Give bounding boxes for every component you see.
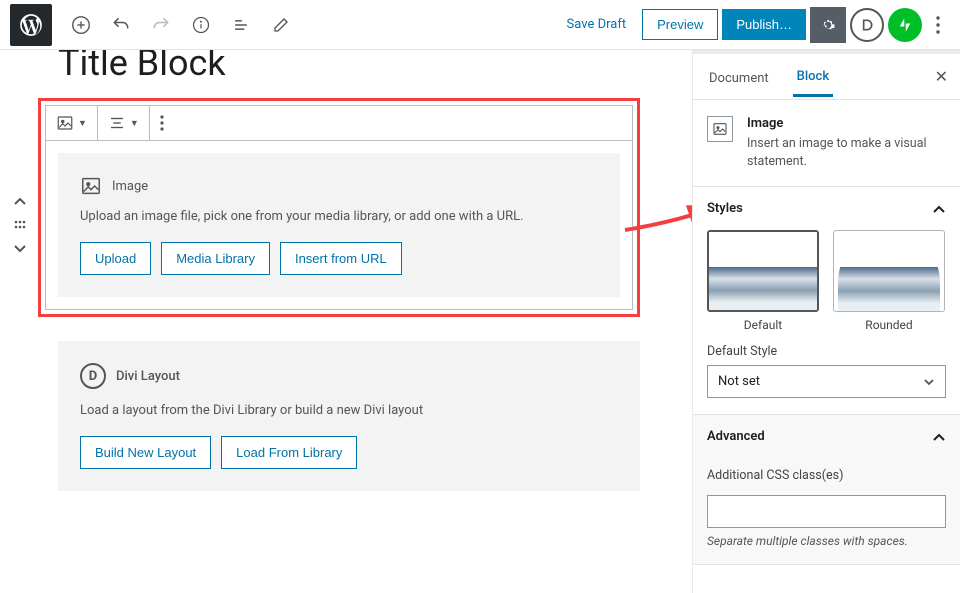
more-vertical-icon (160, 115, 164, 131)
move-up-icon[interactable] (10, 192, 30, 210)
sidebar-tabs: Document Block ✕ (693, 54, 960, 100)
settings-sidebar: Document Block ✕ Image Insert an image t… (692, 50, 960, 593)
image-block: ▼ ▼ Image U (45, 105, 633, 310)
block-toolbar: ▼ ▼ (46, 106, 632, 141)
chevron-down-icon (923, 378, 935, 386)
divi-layout-block: D Divi Layout Load a layout from the Div… (58, 341, 640, 491)
highlight-box: ▼ ▼ Image U (38, 98, 640, 317)
editor-topbar: Save Draft Preview Publish… (0, 0, 960, 50)
chevron-down-icon: ▼ (78, 118, 87, 129)
drag-handle-icon[interactable] (10, 216, 30, 234)
build-layout-button[interactable]: Build New Layout (80, 436, 211, 469)
placeholder-desc: Upload an image file, pick one from your… (80, 209, 598, 224)
media-library-button[interactable]: Media Library (161, 242, 270, 275)
preview-button[interactable]: Preview (642, 9, 718, 40)
align-icon (108, 114, 126, 132)
placeholder-label: Image (112, 179, 148, 194)
block-type-button[interactable]: ▼ (46, 106, 98, 140)
default-style-label: Default Style (707, 344, 946, 359)
post-title[interactable]: Title Block (58, 50, 672, 84)
move-down-icon[interactable] (10, 240, 30, 258)
block-mover (10, 192, 30, 258)
editor-canvas: Title Block ▼ ▼ (0, 50, 692, 593)
wordpress-logo[interactable] (10, 4, 52, 46)
style-default[interactable]: Default (707, 230, 819, 332)
redo-icon (148, 12, 174, 38)
publish-button[interactable]: Publish… (722, 9, 806, 40)
more-options-button[interactable] (926, 16, 950, 34)
block-more-button[interactable] (150, 106, 174, 140)
chevron-up-icon (932, 204, 946, 214)
align-button[interactable]: ▼ (98, 106, 150, 140)
outline-icon[interactable] (228, 12, 254, 38)
panel-desc: Insert an image to make a visual stateme… (747, 135, 946, 170)
styles-panel: Styles Default Rounded Default Style N (693, 187, 960, 415)
jetpack-button[interactable] (888, 8, 922, 42)
divi-logo-icon: D (80, 363, 106, 389)
settings-button[interactable] (810, 7, 846, 43)
edit-icon[interactable] (268, 12, 294, 38)
style-rounded[interactable]: Rounded (833, 230, 945, 332)
image-icon (56, 114, 74, 132)
advanced-panel: Advanced Additional CSS class(es) Separa… (693, 415, 960, 565)
css-classes-label: Additional CSS class(es) (707, 468, 946, 483)
panel-title: Image (747, 116, 946, 131)
divi-desc: Load a layout from the Divi Library or b… (80, 403, 618, 418)
tab-block[interactable]: Block (793, 56, 833, 97)
divi-label: Divi Layout (116, 369, 180, 384)
chevron-down-icon: ▼ (130, 118, 139, 129)
image-placeholder: Image Upload an image file, pick one fro… (58, 153, 620, 297)
chevron-up-icon (932, 432, 946, 442)
css-classes-input[interactable] (707, 495, 946, 528)
tab-document[interactable]: Document (705, 58, 773, 96)
block-card: Image Insert an image to make a visual s… (693, 100, 960, 187)
divi-button[interactable] (850, 8, 884, 42)
insert-url-button[interactable]: Insert from URL (280, 242, 402, 275)
save-draft-button[interactable]: Save Draft (555, 9, 639, 40)
default-style-select[interactable]: Not set (707, 365, 946, 398)
css-classes-help: Separate multiple classes with spaces. (707, 534, 946, 548)
undo-icon[interactable] (108, 12, 134, 38)
add-block-icon[interactable] (68, 12, 94, 38)
advanced-heading[interactable]: Advanced (693, 415, 960, 458)
image-icon (80, 175, 102, 197)
close-sidebar-button[interactable]: ✕ (935, 67, 948, 86)
styles-heading[interactable]: Styles (693, 187, 960, 230)
image-icon (707, 116, 733, 142)
upload-button[interactable]: Upload (80, 242, 151, 275)
load-library-button[interactable]: Load From Library (221, 436, 357, 469)
info-icon[interactable] (188, 12, 214, 38)
